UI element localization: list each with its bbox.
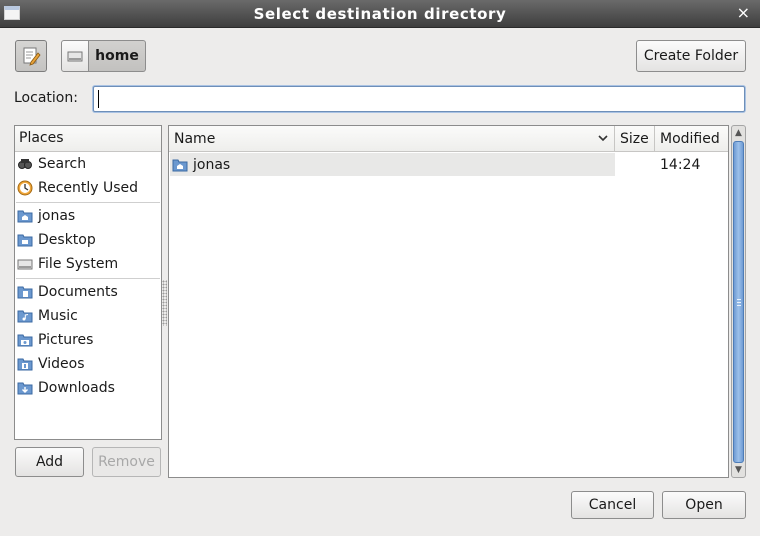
sidebar-item-label: Search [38, 156, 87, 172]
file-list-header: Name Size Modified [169, 126, 728, 152]
sidebar-item-label: Videos [38, 356, 85, 372]
column-header-label: Name [174, 131, 216, 147]
type-location-toggle-button[interactable] [15, 40, 47, 72]
sidebar-item-label: Desktop [38, 232, 96, 248]
location-label: Location: [14, 90, 78, 106]
edit-icon [23, 47, 41, 66]
pane-resize-handle[interactable] [162, 280, 167, 326]
close-button[interactable]: × [737, 4, 750, 22]
pictures-folder-icon [17, 334, 33, 347]
column-header-size[interactable]: Size [615, 126, 655, 152]
file-list: Name Size Modified jonas 14:24 [168, 125, 729, 478]
sidebar-item-label: Music [38, 308, 78, 324]
places-separator [16, 202, 160, 203]
drive-icon [67, 51, 83, 62]
home-folder-icon [172, 159, 188, 171]
desktop-folder-icon [17, 234, 33, 247]
title-bar: Select destination directory × [0, 0, 760, 28]
drive-icon [17, 259, 33, 270]
sidebar-item-music[interactable]: Music [17, 305, 78, 327]
remove-bookmark-label: Remove [98, 454, 155, 470]
file-row-modified: 14:24 [660, 156, 701, 173]
add-bookmark-button[interactable]: Add [15, 447, 84, 477]
sidebar-item-documents[interactable]: Documents [17, 281, 118, 303]
remove-bookmark-button[interactable]: Remove [92, 447, 161, 477]
open-button[interactable]: Open [662, 491, 746, 519]
cancel-label: Cancel [588, 497, 637, 513]
vertical-scrollbar[interactable]: ▲ ▼ [731, 125, 746, 478]
cancel-button[interactable]: Cancel [571, 491, 654, 519]
sidebar-item-downloads[interactable]: Downloads [17, 377, 115, 399]
column-header-label: Size [620, 131, 649, 147]
add-bookmark-label: Add [35, 454, 64, 470]
file-row-name: jonas [193, 156, 231, 173]
downloads-folder-icon [17, 382, 33, 395]
window-title: Select destination directory [253, 5, 507, 23]
sidebar-item-label: Recently Used [38, 180, 139, 196]
breadcrumb-home-button[interactable]: home [89, 40, 146, 72]
create-folder-label: Create Folder [643, 48, 739, 64]
sidebar-item-desktop[interactable]: Desktop [17, 229, 96, 251]
create-folder-button[interactable]: Create Folder [636, 40, 746, 72]
scrollbar-thumb[interactable] [733, 141, 744, 463]
open-label: Open [685, 497, 723, 513]
sidebar-item-search[interactable]: Search [17, 153, 86, 175]
sidebar-item-recently-used[interactable]: Recently Used [17, 177, 138, 199]
column-header-modified[interactable]: Modified [655, 126, 728, 152]
file-row[interactable]: jonas [170, 153, 615, 176]
search-icon [18, 159, 32, 169]
column-header-label: Modified [660, 131, 720, 147]
location-input[interactable] [93, 86, 745, 112]
sidebar-item-pictures[interactable]: Pictures [17, 329, 93, 351]
music-folder-icon [17, 310, 33, 323]
documents-folder-icon [17, 286, 33, 299]
videos-folder-icon [17, 358, 33, 371]
text-cursor [98, 90, 99, 108]
sidebar-item-videos[interactable]: Videos [17, 353, 85, 375]
sidebar-item-label: File System [38, 256, 119, 272]
sidebar-item-file-system[interactable]: File System [17, 253, 118, 275]
places-sidebar: Places Search Recently Used jonas Deskto… [14, 125, 162, 440]
breadcrumb-filesystem-button[interactable] [61, 40, 89, 72]
places-header-label: Places [19, 130, 64, 146]
scroll-down-icon[interactable]: ▼ [733, 464, 744, 476]
places-header[interactable]: Places [15, 126, 161, 152]
column-header-name[interactable]: Name [169, 126, 615, 152]
sidebar-item-label: Documents [38, 284, 118, 300]
sidebar-item-jonas[interactable]: jonas [17, 205, 75, 227]
scroll-up-icon[interactable]: ▲ [733, 127, 744, 139]
sidebar-item-label: jonas [38, 208, 76, 224]
sidebar-item-label: Pictures [38, 332, 94, 348]
home-folder-icon [17, 210, 33, 223]
places-separator [16, 278, 160, 279]
recent-icon [17, 180, 33, 196]
sidebar-item-label: Downloads [38, 380, 115, 396]
chevron-down-icon [598, 135, 608, 142]
